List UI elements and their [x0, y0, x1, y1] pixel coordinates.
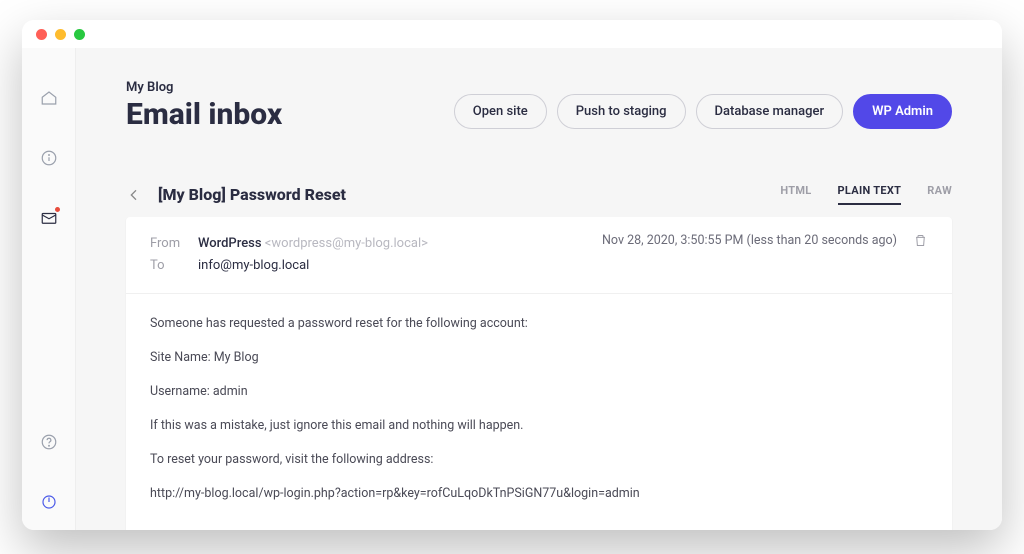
minimize-window-button[interactable]: [55, 29, 66, 40]
body-line: To reset your password, visit the follow…: [150, 450, 928, 470]
window-titlebar: [22, 20, 1002, 48]
body-line: If this was a mistake, just ignore this …: [150, 416, 928, 436]
view-tabs: HTML PLAIN TEXT RAW: [780, 184, 952, 205]
from-label: From: [150, 233, 188, 255]
email-timestamp: Nov 28, 2020, 3:50:55 PM (less than 20 s…: [602, 233, 897, 248]
page-title: Email inbox: [126, 97, 282, 132]
main-content: My Blog Email inbox Open site Push to st…: [76, 48, 1002, 530]
email-body: Someone has requested a password reset f…: [126, 294, 952, 530]
maximize-window-button[interactable]: [74, 29, 85, 40]
body-line: Someone has requested a password reset f…: [150, 314, 928, 334]
tab-raw[interactable]: RAW: [927, 184, 952, 205]
tab-plain-text[interactable]: PLAIN TEXT: [838, 184, 902, 205]
to-address: info@my-blog.local: [198, 255, 309, 277]
push-to-staging-button[interactable]: Push to staging: [557, 94, 686, 129]
app-window: My Blog Email inbox Open site Push to st…: [22, 20, 1002, 530]
database-manager-button[interactable]: Database manager: [696, 94, 844, 129]
tab-html[interactable]: HTML: [780, 184, 811, 205]
power-icon[interactable]: [39, 492, 59, 512]
delete-icon[interactable]: [913, 233, 928, 248]
email-subject: [My Blog] Password Reset: [158, 185, 346, 204]
close-window-button[interactable]: [36, 29, 47, 40]
mail-icon[interactable]: [39, 208, 59, 228]
home-icon[interactable]: [39, 88, 59, 108]
sidebar: [22, 48, 76, 530]
notification-badge: [54, 206, 61, 213]
help-icon[interactable]: [39, 432, 59, 452]
to-label: To: [150, 255, 188, 277]
breadcrumb-site-name: My Blog: [126, 80, 282, 95]
from-address: <wordpress@my-blog.local>: [265, 236, 428, 251]
info-icon[interactable]: [39, 148, 59, 168]
wp-admin-button[interactable]: WP Admin: [853, 94, 952, 129]
back-arrow-icon[interactable]: [126, 187, 142, 203]
from-name: WordPress: [198, 236, 262, 251]
email-card: From WordPress <wordpress@my-blog.local>…: [126, 217, 952, 530]
body-line: Site Name: My Blog: [150, 348, 928, 368]
body-line: Username: admin: [150, 382, 928, 402]
body-line: http://my-blog.local/wp-login.php?action…: [150, 484, 928, 504]
open-site-button[interactable]: Open site: [454, 94, 547, 129]
